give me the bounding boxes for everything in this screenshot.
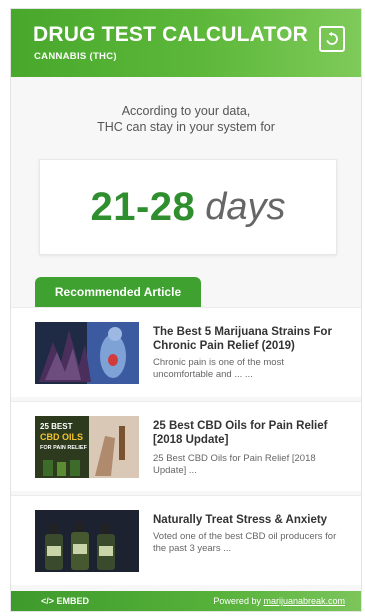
reset-button[interactable] <box>319 26 345 52</box>
article-list: The Best 5 Marijuana Strains For Chronic… <box>11 307 361 589</box>
powered-by-prefix: Powered by <box>213 596 264 606</box>
article-item-strains-pain[interactable]: The Best 5 Marijuana Strains For Chronic… <box>11 307 361 397</box>
embed-button[interactable]: </> EMBED <box>41 596 89 606</box>
article-title[interactable]: Naturally Treat Stress & Anxiety <box>153 513 353 527</box>
thumb-text-1: 25 BEST <box>40 422 73 431</box>
intro-line-1: According to your data, <box>121 104 251 118</box>
article-description: Voted one of the best CBD oil producers … <box>153 531 337 554</box>
powered-by: Powered by marijuanabreak.com <box>213 596 345 606</box>
article-item-stress-anxiety[interactable]: Naturally Treat Stress & Anxiety Voted o… <box>11 495 361 585</box>
powered-by-link[interactable]: marijuanabreak.com <box>263 596 345 606</box>
article-thumbnail[interactable] <box>35 510 139 572</box>
thumb-text-3: FOR PAIN RELIEF <box>40 445 88 451</box>
article-description: 25 Best CBD Oils for Pain Relief [2018 U… <box>153 453 316 476</box>
article-title[interactable]: The Best 5 Marijuana Strains For Chronic… <box>153 325 353 353</box>
widget-subtitle: CANNABIS (THC) <box>34 51 117 62</box>
result-unit: days <box>205 185 286 228</box>
article-item-cbd-oils[interactable]: 25 BEST CBD OILS FOR PAIN RELIEF 25 Best… <box>11 401 361 491</box>
article-title[interactable]: 25 Best CBD Oils for Pain Relief [2018 U… <box>153 419 353 447</box>
result-panel: According to your data, THC can stay in … <box>11 77 361 591</box>
reset-icon <box>326 31 338 45</box>
result-box: 21-28 days <box>39 159 337 255</box>
article-thumbnail[interactable] <box>35 322 139 384</box>
article-thumbnail[interactable]: 25 BEST CBD OILS FOR PAIN RELIEF <box>35 416 139 478</box>
drug-test-widget: DRUG TEST CALCULATOR CANNABIS (THC) Acco… <box>10 8 362 612</box>
widget-header: DRUG TEST CALCULATOR CANNABIS (THC) <box>11 9 361 77</box>
result-intro: According to your data, THC can stay in … <box>11 103 361 135</box>
intro-line-2: THC can stay in your system for <box>97 120 275 134</box>
tab-recommended-article[interactable]: Recommended Article <box>35 277 201 307</box>
widget-title: DRUG TEST CALCULATOR <box>33 23 309 46</box>
widget-footer: </> EMBED Powered by marijuanabreak.com <box>11 591 361 611</box>
thumb-text-2: CBD OILS <box>40 432 83 442</box>
article-description: Chronic pain is one of the most uncomfor… <box>153 357 284 380</box>
result-range: 21-28 <box>90 184 196 229</box>
